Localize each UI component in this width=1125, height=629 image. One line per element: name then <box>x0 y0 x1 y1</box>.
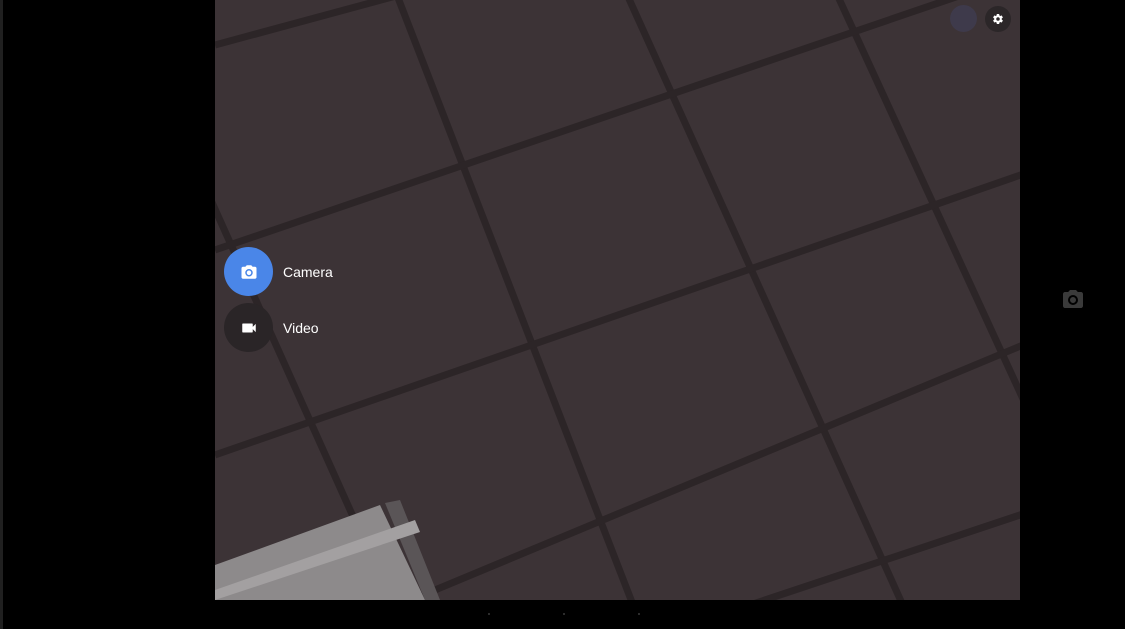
nav-recents-button[interactable] <box>638 613 640 615</box>
shutter-button[interactable] <box>1061 287 1085 311</box>
avatar[interactable] <box>950 5 977 32</box>
camera-icon <box>1063 290 1083 308</box>
ceiling-scene <box>215 0 1020 600</box>
gear-icon <box>993 14 1003 25</box>
mode-camera-item[interactable]: Camera <box>224 247 333 296</box>
settings-button[interactable] <box>985 6 1011 32</box>
screen-left-edge <box>0 0 3 629</box>
mode-video-item[interactable]: Video <box>224 303 333 352</box>
nav-back-button[interactable] <box>488 613 490 615</box>
camera-app-screen: Camera Video <box>0 0 1125 629</box>
nav-home-button[interactable] <box>563 613 565 615</box>
videocam-icon <box>241 323 256 332</box>
mode-video-button[interactable] <box>224 303 273 352</box>
camera-viewfinder[interactable] <box>215 0 1020 600</box>
mode-camera-label[interactable]: Camera <box>283 264 333 280</box>
navigation-bar <box>215 600 1125 629</box>
camera-icon <box>241 264 256 279</box>
mode-menu: Camera Video <box>224 247 333 359</box>
mode-camera-button[interactable] <box>224 247 273 296</box>
mode-video-label[interactable]: Video <box>283 320 319 336</box>
